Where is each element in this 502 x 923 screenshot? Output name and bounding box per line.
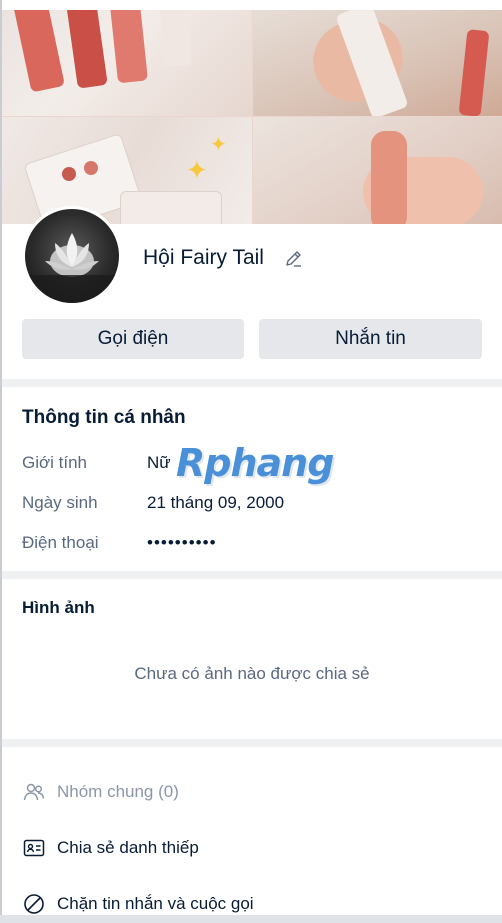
birthday-label: Ngày sinh — [22, 493, 98, 512]
profile-panel: ✦ ✦ Hội Fairy Tail Gọi điện Nhắn tin Thô… — [0, 0, 502, 923]
message-button[interactable]: Nhắn tin — [259, 319, 482, 359]
cover-tile-boxes: ✦ ✦ — [2, 117, 252, 224]
divider — [2, 379, 502, 387]
photos-title: Hình ảnh — [22, 598, 95, 617]
cover-tile-hand — [253, 10, 502, 116]
cover-tile-lipsticks — [2, 10, 252, 116]
watermark-logo: Rphang — [176, 441, 334, 485]
cover-tile-hand-lipstick — [253, 117, 502, 224]
personal-info-title: Thông tin cá nhân — [22, 407, 186, 428]
avatar[interactable] — [22, 206, 122, 306]
cover-photo[interactable]: ✦ ✦ — [2, 10, 502, 224]
share-contact-label: Chia sẻ danh thiếp — [57, 838, 199, 857]
group-icon — [23, 783, 45, 801]
share-contact-item[interactable]: Chia sẻ danh thiếp — [22, 833, 199, 863]
phone-value: •••••••••• — [147, 533, 217, 552]
common-groups-label: Nhóm chung (0) — [57, 782, 179, 801]
lotus-avatar-image — [25, 209, 119, 303]
contact-card-icon — [23, 839, 45, 857]
divider — [2, 739, 502, 747]
profile-name: Hội Fairy Tail — [143, 246, 264, 269]
block-label: Chặn tin nhắn và cuộc gọi — [57, 894, 254, 913]
birthday-value: 21 tháng 09, 2000 — [147, 493, 285, 512]
gender-value: Nữ — [147, 453, 171, 472]
phone-label: Điện thoại — [22, 533, 99, 552]
block-icon — [24, 894, 44, 914]
window-edge — [0, 0, 2, 923]
photos-empty-text: Chưa có ảnh nào được chia sẻ — [134, 664, 370, 683]
panel-bottom-edge — [0, 915, 502, 923]
gender-label: Giới tính — [22, 453, 88, 472]
common-groups-item[interactable]: Nhóm chung (0) — [22, 777, 179, 807]
call-button[interactable]: Gọi điện — [22, 319, 244, 359]
pencil-edit-icon[interactable] — [284, 249, 304, 269]
divider — [2, 571, 502, 579]
